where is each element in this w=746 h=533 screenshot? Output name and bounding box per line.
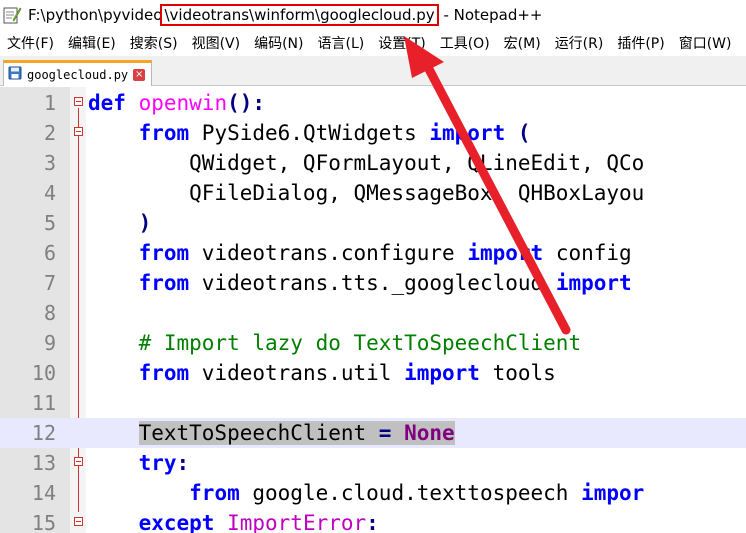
menu-edit[interactable]: 编辑(E) <box>61 33 123 53</box>
code-line: 7 from videotrans.tts._googlecloud impor… <box>0 268 746 298</box>
notepadpp-app-icon <box>2 5 22 25</box>
line-number: 8 <box>43 301 56 325</box>
line-number: 6 <box>43 241 56 265</box>
code-text: ) <box>88 211 152 235</box>
punctuation: ( <box>505 121 531 145</box>
punctuation: : <box>176 451 190 475</box>
save-disk-icon <box>8 66 22 83</box>
code-line: 5 ) <box>0 208 746 238</box>
keyword: except <box>138 511 215 533</box>
function-name: openwin <box>138 91 228 115</box>
code-text: QFileDialog, QMessageBox, QHBoxLayou <box>88 181 645 205</box>
menu-language[interactable]: 语言(L) <box>311 33 372 53</box>
code-line: 8 <box>0 298 746 328</box>
menu-search[interactable]: 搜索(S) <box>123 33 185 53</box>
code-line: 2 from PySide6.QtWidgets import ( <box>0 118 746 148</box>
menu-view[interactable]: 视图(V) <box>185 33 248 53</box>
keyword: try <box>138 451 177 475</box>
code-text: from google.cloud.texttospeech impor <box>88 478 644 508</box>
title-bar: F:\python\pyvideo \videotrans\winform\goo… <box>0 0 746 30</box>
title-highlighted-path: \videotrans\winform\googlecloud.py <box>160 4 439 26</box>
keyword: import <box>555 271 632 295</box>
code-text: def openwin(): <box>88 88 265 118</box>
code-line: 4 QFileDialog, QMessageBox, QHBoxLayou <box>0 178 746 208</box>
line-number: 15 <box>31 511 56 533</box>
title-path-prefix: F:\python\pyvideo <box>28 6 163 24</box>
selected-identifier: TextToSpeechClient <box>138 421 367 445</box>
code-line: 1 def openwin(): <box>0 88 746 118</box>
code-line: 15 except ImportError: <box>0 508 746 533</box>
identifier: tools <box>479 361 556 385</box>
code-editor[interactable]: 1 def openwin(): 2 from PySide6.QtWidget… <box>0 87 746 533</box>
menu-window[interactable]: 窗口(W) <box>672 33 739 53</box>
menu-plugins[interactable]: 插件(P) <box>610 33 671 53</box>
notepadpp-window: F:\python\pyvideo \videotrans\winform\goo… <box>0 0 746 533</box>
keyword: from <box>138 361 190 385</box>
code-line: 10 from videotrans.util import tools <box>0 358 746 388</box>
keyword: from <box>138 121 190 145</box>
menu-run[interactable]: 运行(R) <box>548 33 611 53</box>
window-title: F:\python\pyvideo \videotrans\winform\goo… <box>28 4 543 26</box>
menu-macro[interactable]: 宏(M) <box>497 33 548 53</box>
line-number: 7 <box>43 271 56 295</box>
code-line: 9 # Import lazy do TextToSpeechClient <box>0 328 746 358</box>
code-text: from PySide6.QtWidgets import ( <box>88 118 531 148</box>
punctuation: : <box>366 511 379 533</box>
title-app-name: - Notepad++ <box>438 6 543 24</box>
tab-label: googlecloud.py <box>27 67 129 82</box>
none-keyword: None <box>404 421 455 445</box>
line-number: 3 <box>43 151 56 175</box>
menu-settings[interactable]: 设置(T) <box>371 33 432 53</box>
line-number: 12 <box>31 421 56 445</box>
tab-bar: googlecloud.py × <box>0 56 746 86</box>
code-line: 13 try: <box>0 448 746 478</box>
module-path: videotrans.configure <box>189 241 468 265</box>
module-path: videotrans.util <box>189 361 405 385</box>
keyword: import <box>467 241 544 265</box>
identifier: config <box>543 241 632 265</box>
module-path: videotrans.tts._googlecloud <box>189 271 556 295</box>
code-text: from videotrans.util import tools <box>88 358 556 388</box>
line-number: 1 <box>43 91 56 115</box>
keyword: from <box>189 481 240 505</box>
code-text: QWidget, QFormLayout, QLineEdit, QCo <box>88 151 645 175</box>
line-number: 14 <box>31 481 56 505</box>
code-text: try: <box>88 448 190 478</box>
line-number: 2 <box>43 121 56 145</box>
tab-googlecloud[interactable]: googlecloud.py × <box>3 60 153 86</box>
comment: # Import lazy do TextToSpeechClient <box>138 331 582 355</box>
code-text: TextToSpeechClient = None <box>88 418 455 448</box>
code-line: 14 from google.cloud.texttospeech impor <box>0 478 746 508</box>
code-line: 6 from videotrans.configure import confi… <box>0 238 746 268</box>
line-number: 4 <box>43 181 56 205</box>
code-line-current: 12 TextToSpeechClient = None <box>0 418 746 448</box>
menu-file[interactable]: 文件(F) <box>0 33 61 53</box>
code-text: from videotrans.tts._googlecloud import <box>88 268 632 298</box>
exception-name: ImportError <box>227 511 367 533</box>
menu-tools[interactable]: 工具(O) <box>433 33 497 53</box>
menu-bar: 文件(F) 编辑(E) 搜索(S) 视图(V) 编码(N) 语言(L) 设置(T… <box>0 30 746 56</box>
keyword: def <box>88 91 126 115</box>
code-line: 3 QWidget, QFormLayout, QLineEdit, QCo <box>0 148 746 178</box>
keyword: impor <box>581 481 645 505</box>
line-number: 5 <box>43 211 56 235</box>
code-text: from videotrans.configure import config <box>88 238 632 268</box>
code-text: # Import lazy do TextToSpeechClient <box>88 328 582 358</box>
operator: = <box>366 421 405 445</box>
module-path: google.cloud.texttospeech <box>239 481 582 505</box>
line-number: 13 <box>31 451 56 475</box>
keyword: import <box>404 361 480 385</box>
line-number: 10 <box>31 361 56 385</box>
code-line: 11 <box>0 388 746 418</box>
punctuation: (): <box>227 91 266 115</box>
close-icon[interactable]: × <box>133 68 146 81</box>
keyword: from <box>138 241 190 265</box>
line-number: 9 <box>43 331 56 355</box>
line-number: 11 <box>31 391 56 415</box>
module-path: PySide6.QtWidgets <box>189 121 430 145</box>
menu-encoding[interactable]: 编码(N) <box>247 33 310 53</box>
code-text: except ImportError: <box>88 508 379 533</box>
keyword: import <box>429 121 506 145</box>
keyword: from <box>138 271 190 295</box>
